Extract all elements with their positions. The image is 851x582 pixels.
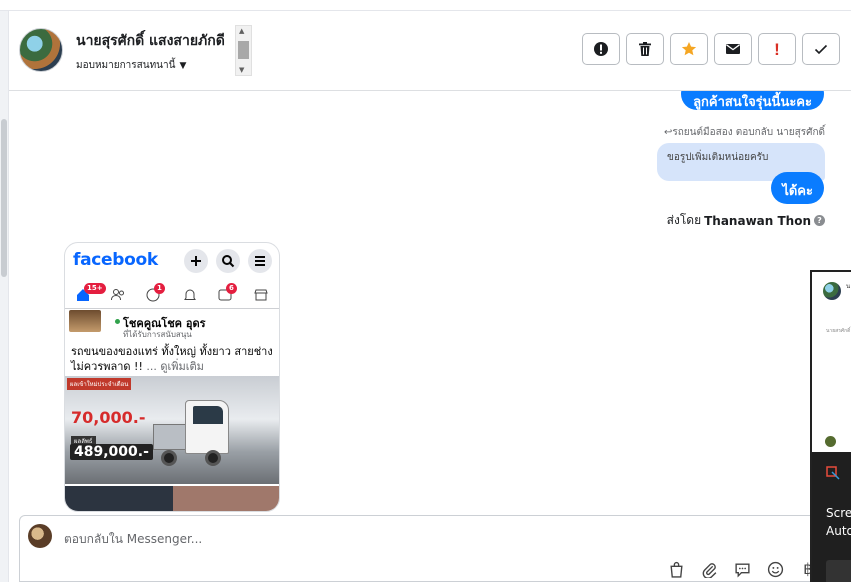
post-header: โชคคูณโชค อุดร ที่ได้รับการสนับสนุน (65, 310, 279, 340)
price-main: 70,000.- (71, 408, 146, 427)
trash-icon (639, 42, 651, 56)
sent-by: ส่งโดย Thanawan Thon ? (667, 211, 825, 230)
reply-input[interactable]: ตอบกลับใน Messenger... (64, 530, 202, 549)
friends-icon (110, 287, 126, 303)
scroll-down-icon[interactable]: ▼ (239, 66, 244, 74)
composer-tools: ฿ (665, 559, 819, 579)
second-photo (65, 486, 279, 511)
message-bubble-outgoing: ลูกค้าสนใจรุ่นนี้นะคะ (681, 91, 824, 110)
plus-icon (184, 249, 208, 273)
menu-icon (248, 249, 272, 273)
preview-name: น (846, 283, 851, 290)
check-icon (814, 44, 828, 55)
mail-button[interactable] (714, 33, 752, 65)
name-scrollbar[interactable]: ▲ ▼ (235, 25, 252, 76)
scrollbar-thumb[interactable] (1, 119, 7, 277)
wheel (205, 450, 221, 466)
exclamation-circle-icon (594, 42, 608, 56)
smiley-icon[interactable] (764, 559, 786, 579)
fb-topbar: facebook (65, 243, 279, 281)
page-meta: ที่ได้รับการสนับสนุน (123, 330, 192, 339)
top-strip (0, 0, 851, 11)
preview-avatar (823, 282, 841, 300)
scroll-up-icon[interactable]: ▲ (239, 27, 244, 35)
home-badge: 15+ (84, 283, 106, 294)
video-badge: 6 (226, 283, 237, 294)
floating-text: Scre Auto (826, 504, 851, 540)
floating-window[interactable]: น นายสรศักดิ์ Scre Auto (810, 270, 851, 582)
online-dot (114, 318, 121, 325)
truck-bed (153, 424, 187, 450)
home-icon: 15+ (75, 283, 106, 303)
important-button[interactable]: ! (758, 33, 796, 65)
post-text: รถขนของของแทร่ ทั้งใหญ่ ทั้งยาว สายช่างไ… (71, 344, 277, 374)
star-icon (681, 42, 697, 56)
inbox-page: นายสุรศักดิ์ แสงสายภักดี มอบหมายการสนทนา… (0, 0, 851, 582)
message-thread[interactable]: ลูกค้าสนใจรุ่นนี้นะคะ ↩รถยนต์มือสอง ตอบก… (10, 91, 851, 515)
search-icon (216, 249, 240, 273)
reply-note-text: รถยนต์มือสอง ตอบกลับ นายสุรศักดิ์ (672, 127, 825, 138)
image-attachment[interactable]: facebook 15+ 1 6 โชคคูณโชค อุดร ที่ได้รั… (64, 242, 280, 512)
facebook-logo: facebook (73, 250, 158, 270)
snip-icon (826, 466, 840, 480)
price-total: 489,000.- (70, 444, 153, 460)
floating-button[interactable] (826, 560, 851, 582)
floating-dark-panel: Scre Auto (812, 452, 851, 582)
truck-window (193, 406, 223, 424)
promo-tag: ผลเข้าใหม่ประจำเดือน (67, 378, 132, 390)
assign-conversation[interactable]: มอบหมายการสนทนานี้ ▼ (76, 58, 186, 73)
floating-line-1: Scre (826, 506, 851, 520)
preview-avatar-small (825, 436, 836, 447)
floating-preview: น นายสรศักดิ์ (812, 270, 851, 452)
video-icon: 6 (217, 283, 237, 303)
paperclip-icon[interactable] (698, 559, 720, 579)
reply-note: ↩รถยนต์มือสอง ตอบกลับ นายสุรศักดิ์ (664, 125, 825, 140)
contact-avatar[interactable] (19, 28, 63, 72)
speech-bubble-icon[interactable] (731, 559, 753, 579)
alert-button[interactable] (582, 33, 620, 65)
wheel (161, 450, 177, 466)
caret-down-icon: ▼ (179, 60, 187, 71)
bag-icon[interactable] (665, 559, 687, 579)
page-avatar (69, 310, 101, 332)
truck-photo: ผลเข้าใหม่ประจำเดือน 70,000.- ผลลัพธ์ 48… (65, 376, 279, 484)
left-scrollbar[interactable] (0, 11, 9, 582)
reply-composer: ตอบกลับใน Messenger... ฿ (19, 515, 851, 582)
question-icon[interactable]: ? (814, 215, 825, 226)
messenger-icon: 1 (145, 283, 165, 303)
star-button[interactable] (670, 33, 708, 65)
contact-name[interactable]: นายสุรศักดิ์ แสงสายภักดี (76, 30, 225, 52)
bell-icon (182, 287, 198, 303)
fb-navbar: 15+ 1 6 (65, 281, 279, 309)
sent-by-name: Thanawan Thon (704, 213, 811, 228)
exclamation-icon: ! (774, 39, 780, 59)
page-avatar-small (28, 524, 52, 548)
delete-button[interactable] (626, 33, 664, 65)
messenger-badge: 1 (154, 283, 165, 294)
header-actions: ! (582, 33, 840, 65)
marketplace-icon (253, 287, 269, 303)
floating-line-2: Auto (826, 524, 851, 538)
see-more: ... ดูเพิ่มเติม (146, 360, 204, 373)
conversation-header: นายสุรศักดิ์ แสงสายภักดี มอบหมายการสนทนา… (9, 11, 851, 91)
envelope-icon (726, 44, 740, 54)
message-bubble-reply: ได้คะ (771, 172, 824, 204)
sent-by-prefix: ส่งโดย (666, 213, 702, 227)
done-button[interactable] (802, 33, 840, 65)
assign-label: มอบหมายการสนทนานี้ (76, 60, 176, 71)
preview-line: นายสรศักดิ์ (826, 328, 851, 334)
name-scrollbar-thumb[interactable] (238, 41, 249, 59)
